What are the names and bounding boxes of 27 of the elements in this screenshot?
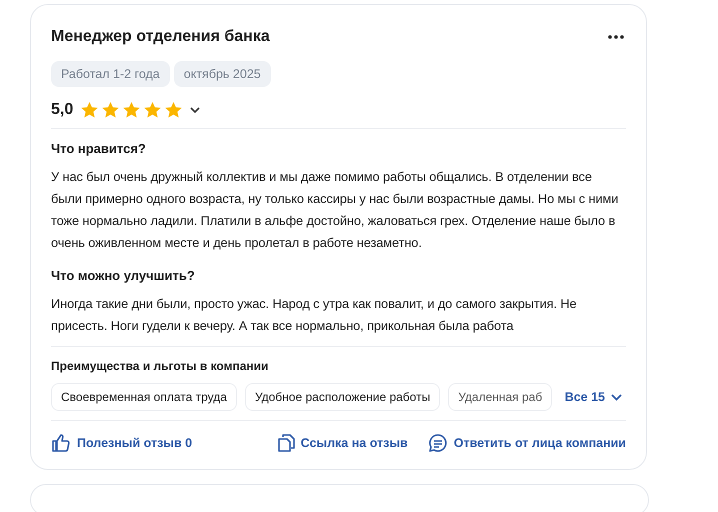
star-icon: [144, 102, 162, 118]
star-icon: [165, 102, 182, 118]
chevron-down-icon: [611, 394, 622, 400]
like-button[interactable]: Полезный отзыв 0: [51, 431, 192, 455]
thumbs-up-icon: [51, 433, 71, 453]
benefit-chip: Удаленная раб: [448, 383, 552, 411]
chat-icon: [428, 433, 448, 453]
review-text: Иногда такие дни были, просто ужас. Народ с утра как повалит, и до самого закрытия. Не присесть. Ноги гудели к вечеру. А так все нормально, прикольная была работа: [51, 295, 578, 335]
review-title: Менеджер отделения банка: [51, 28, 270, 46]
rating-score: 5,0: [51, 101, 74, 119]
tag: Работал 1-2 года: [51, 61, 170, 87]
chevron-down-icon[interactable]: [190, 107, 200, 113]
copy-icon: [276, 433, 295, 453]
section-heading: Что можно улучшить?: [51, 268, 196, 283]
benefit-chip: Удобное расположение работы: [244, 383, 440, 411]
review-text: У нас был очень дружный коллектив и мы даже помимо работы общались. В отделении все были примерно одного возраста, ну только кассиры у нас были возрастные дамы. Но мы с ними тоже нормально ладили. Платили в альфе достойно, жаловаться грех. Отделение наше было в очень оживленном месте и день пролетал в работе незаметно.: [51, 168, 620, 252]
section-heading: Что нравится?: [51, 141, 147, 156]
show-all-button[interactable]: Все 15: [560, 386, 626, 408]
star-icon: [81, 102, 98, 118]
benefits-heading: Преимущества и льготы в компании: [51, 359, 270, 373]
more-options-icon[interactable]: [608, 35, 624, 39]
copy-button[interactable]: Ссылка на отзыв: [276, 431, 408, 455]
star-icon: [123, 102, 140, 118]
star-icon: [102, 102, 120, 118]
reply-button[interactable]: Ответить от лица компании: [428, 431, 626, 455]
benefit-chip: Своевременная оплата труда: [51, 383, 237, 411]
tag: октябрь 2025: [174, 61, 271, 87]
